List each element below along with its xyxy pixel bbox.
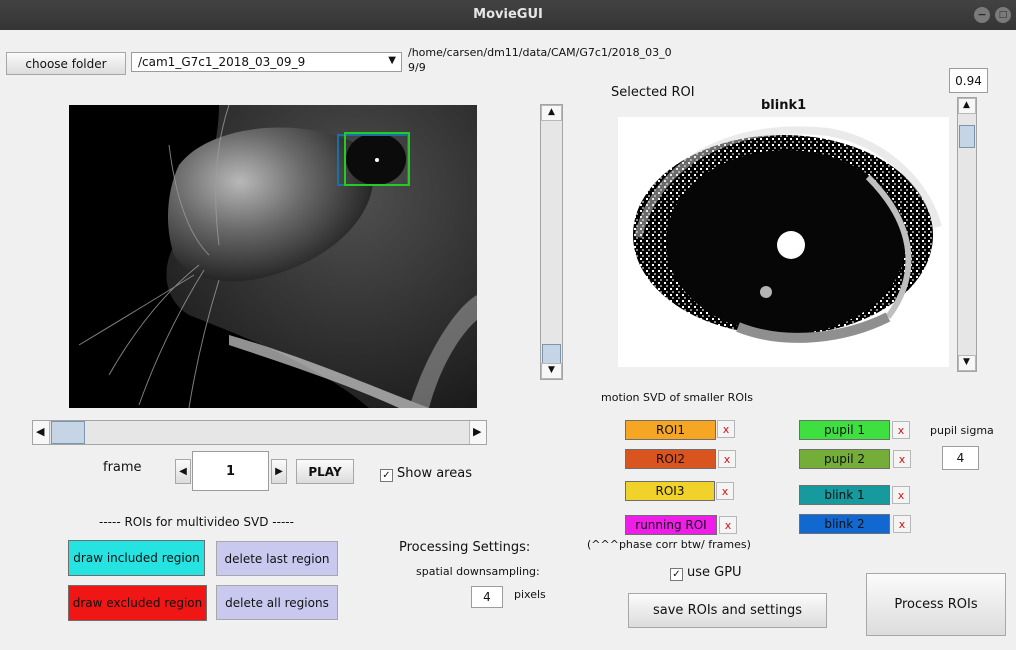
choose-folder-button[interactable]: choose folder <box>6 52 126 75</box>
triangle-left-icon: ◀ <box>179 466 187 477</box>
blink1-button[interactable]: blink 1 <box>799 485 890 505</box>
folder-path-line1: /home/carsen/dm11/data/CAM/G7c1/2018_03_… <box>408 46 672 59</box>
frame-label: frame <box>103 460 142 475</box>
triangle-up-icon: ▲ <box>548 107 555 117</box>
roi1-delete-button[interactable]: x <box>717 420 735 438</box>
delete-all-regions-button[interactable]: delete all regions <box>216 585 338 620</box>
draw-excluded-region-button[interactable]: draw excluded region <box>68 585 207 621</box>
draw-included-region-button[interactable]: draw included region <box>68 540 205 576</box>
triangle-left-icon: ◀ <box>36 425 45 438</box>
folder-select-value: /cam1_G7c1_2018_03_09_9 <box>138 55 306 69</box>
maximize-icon[interactable]: □ <box>995 7 1011 23</box>
motion-svd-header: motion SVD of smaller ROIs <box>601 391 753 404</box>
running-roi-button[interactable]: running ROI <box>625 515 717 535</box>
frame-prev-button[interactable]: ◀ <box>175 459 191 484</box>
frame-next-button[interactable]: ▶ <box>271 459 287 484</box>
triangle-down-icon: ▼ <box>963 357 970 367</box>
use-gpu-label: use GPU <box>687 565 742 580</box>
folder-path-line2: 9/9 <box>408 61 426 74</box>
blink2-button[interactable]: blink 2 <box>799 514 890 534</box>
roi1-button[interactable]: ROI1 <box>625 420 716 440</box>
frame-slider[interactable]: ◀ ▶ <box>32 420 487 445</box>
phase-corr-note: (^^^phase corr btw/ frames) <box>587 538 751 551</box>
process-rois-button[interactable]: Process ROIs <box>866 573 1006 636</box>
blink2-delete-button[interactable]: x <box>893 515 911 533</box>
pupil2-button[interactable]: pupil 2 <box>799 449 890 469</box>
pupil2-delete-button[interactable]: x <box>893 450 911 468</box>
pupil-sigma-input[interactable]: 4 <box>942 446 979 470</box>
minimize-icon[interactable]: − <box>974 7 990 23</box>
checkmark-icon[interactable]: ✓ <box>380 469 393 482</box>
video-vscroll-thumb[interactable] <box>542 344 561 364</box>
triangle-down-icon: ▼ <box>548 365 555 375</box>
use-gpu-checkbox[interactable]: ✓ use GPU <box>670 565 742 581</box>
pixels-label: pixels <box>514 588 546 601</box>
chevron-down-icon: ▼ <box>388 55 396 66</box>
blink-roi-image <box>633 126 942 343</box>
downsampling-input[interactable]: 4 <box>471 586 503 608</box>
show-areas-label: Show areas <box>397 466 472 481</box>
roi-image <box>618 117 949 367</box>
pupil1-delete-button[interactable]: x <box>892 421 910 439</box>
play-button[interactable]: PLAY <box>296 459 354 484</box>
window-title: MovieGUI <box>473 7 543 22</box>
triangle-right-icon: ▶ <box>275 466 283 477</box>
roi-scroll-up-button[interactable]: ▲ <box>958 98 976 114</box>
roi-title: blink1 <box>761 98 807 113</box>
show-areas-checkbox[interactable]: ✓ Show areas <box>380 466 472 482</box>
roi3-delete-button[interactable]: x <box>716 482 734 500</box>
folder-select[interactable]: /cam1_G7c1_2018_03_09_9 ▼ <box>131 52 402 72</box>
selected-roi-label: Selected ROI <box>611 85 695 100</box>
checkmark-icon[interactable]: ✓ <box>670 568 683 581</box>
processing-settings-header: Processing Settings: <box>399 540 531 555</box>
frame-slider-thumb[interactable] <box>51 421 85 444</box>
pupil-sigma-label: pupil sigma <box>930 424 994 437</box>
title-bar: MovieGUI − □ <box>0 0 1016 30</box>
video-vertical-scrollbar[interactable]: ▲ ▼ <box>540 104 563 380</box>
save-rois-button[interactable]: save ROIs and settings <box>628 593 827 628</box>
multivideo-header: ----- ROIs for multivideo SVD ----- <box>99 515 294 529</box>
roi3-button[interactable]: ROI3 <box>625 481 715 501</box>
pupil1-button[interactable]: pupil 1 <box>799 420 890 440</box>
roi2-delete-button[interactable]: x <box>718 450 736 468</box>
slider-right-button[interactable]: ▶ <box>469 421 486 444</box>
triangle-right-icon: ▶ <box>473 425 482 438</box>
mouse-video-image <box>78 105 477 408</box>
scroll-down-button[interactable]: ▼ <box>541 363 562 379</box>
running-roi-delete-button[interactable]: x <box>719 516 737 534</box>
roi-scroll-down-button[interactable]: ▼ <box>958 355 976 371</box>
video-frame[interactable] <box>69 105 477 408</box>
roi-vertical-scrollbar[interactable]: ▲ ▼ <box>957 97 977 372</box>
delete-last-region-button[interactable]: delete last region <box>216 541 338 576</box>
roi2-button[interactable]: ROI2 <box>625 449 716 469</box>
saturation-input[interactable]: 0.94 <box>949 68 988 93</box>
spatial-downsampling-label: spatial downsampling: <box>416 565 540 578</box>
frame-number-input[interactable]: 1 <box>192 451 269 491</box>
triangle-up-icon: ▲ <box>963 100 970 110</box>
roi-vscroll-thumb[interactable] <box>959 125 975 148</box>
blink1-delete-button[interactable]: x <box>892 486 910 504</box>
scroll-up-button[interactable]: ▲ <box>541 105 562 121</box>
slider-left-button[interactable]: ◀ <box>33 421 50 444</box>
